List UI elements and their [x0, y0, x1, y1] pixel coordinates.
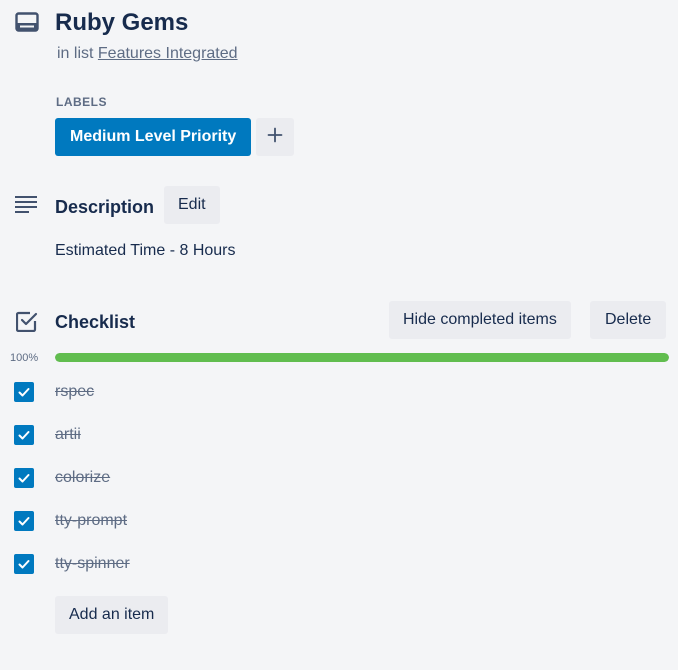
plus-icon [267, 127, 283, 148]
checkbox-checked[interactable] [14, 554, 34, 574]
delete-checklist-button[interactable]: Delete [590, 301, 667, 339]
checklist-item[interactable]: tty-prompt [0, 507, 678, 537]
description-title: Description [55, 197, 155, 217]
in-list-prefix: in list [57, 45, 94, 62]
progress-percent: 100% [10, 352, 39, 364]
check-icon [18, 474, 30, 483]
check-icon [18, 431, 30, 440]
checklist-item-text[interactable]: artii [55, 425, 81, 445]
edit-description-button[interactable]: Edit [164, 186, 220, 224]
checkbox-checked[interactable] [14, 511, 34, 531]
checklist-item[interactable]: artii [0, 421, 678, 451]
labels-heading: LABELS [56, 95, 107, 109]
add-item-button[interactable]: Add an item [55, 596, 169, 634]
label-medium-priority[interactable]: Medium Level Priority [55, 118, 252, 156]
check-icon [18, 517, 30, 526]
add-label-button[interactable] [256, 118, 294, 156]
checkbox-checked[interactable] [14, 468, 34, 488]
list-reference: in list Features Integrated [57, 44, 238, 64]
description-text[interactable]: Estimated Time - 8 Hours [55, 241, 236, 261]
check-icon [18, 388, 30, 397]
description-icon [15, 195, 39, 213]
checklist-icon [15, 310, 38, 333]
checklist-title[interactable]: Checklist [55, 311, 135, 333]
card-detail: Ruby Gems in list Features Integrated LA… [0, 0, 678, 670]
checklist-item-text[interactable]: colorize [55, 468, 110, 488]
card-title[interactable]: Ruby Gems [55, 8, 188, 38]
checkbox-checked[interactable] [14, 382, 34, 402]
progress-bar [55, 353, 669, 362]
checklist-item[interactable]: colorize [0, 464, 678, 494]
checklist-item-text[interactable]: tty-spinner [55, 554, 130, 574]
checklist-item-text[interactable]: rspec [55, 382, 94, 402]
progress-bar-fill [55, 353, 669, 362]
hide-completed-button[interactable]: Hide completed items [389, 301, 571, 339]
checklist-item[interactable]: rspec [0, 378, 678, 408]
checkbox-checked[interactable] [14, 425, 34, 445]
list-link[interactable]: Features Integrated [98, 45, 238, 62]
card-icon [15, 12, 39, 32]
checklist-item-text[interactable]: tty-prompt [55, 511, 127, 531]
checklist-item[interactable]: tty-spinner [0, 550, 678, 580]
check-icon [18, 560, 30, 569]
